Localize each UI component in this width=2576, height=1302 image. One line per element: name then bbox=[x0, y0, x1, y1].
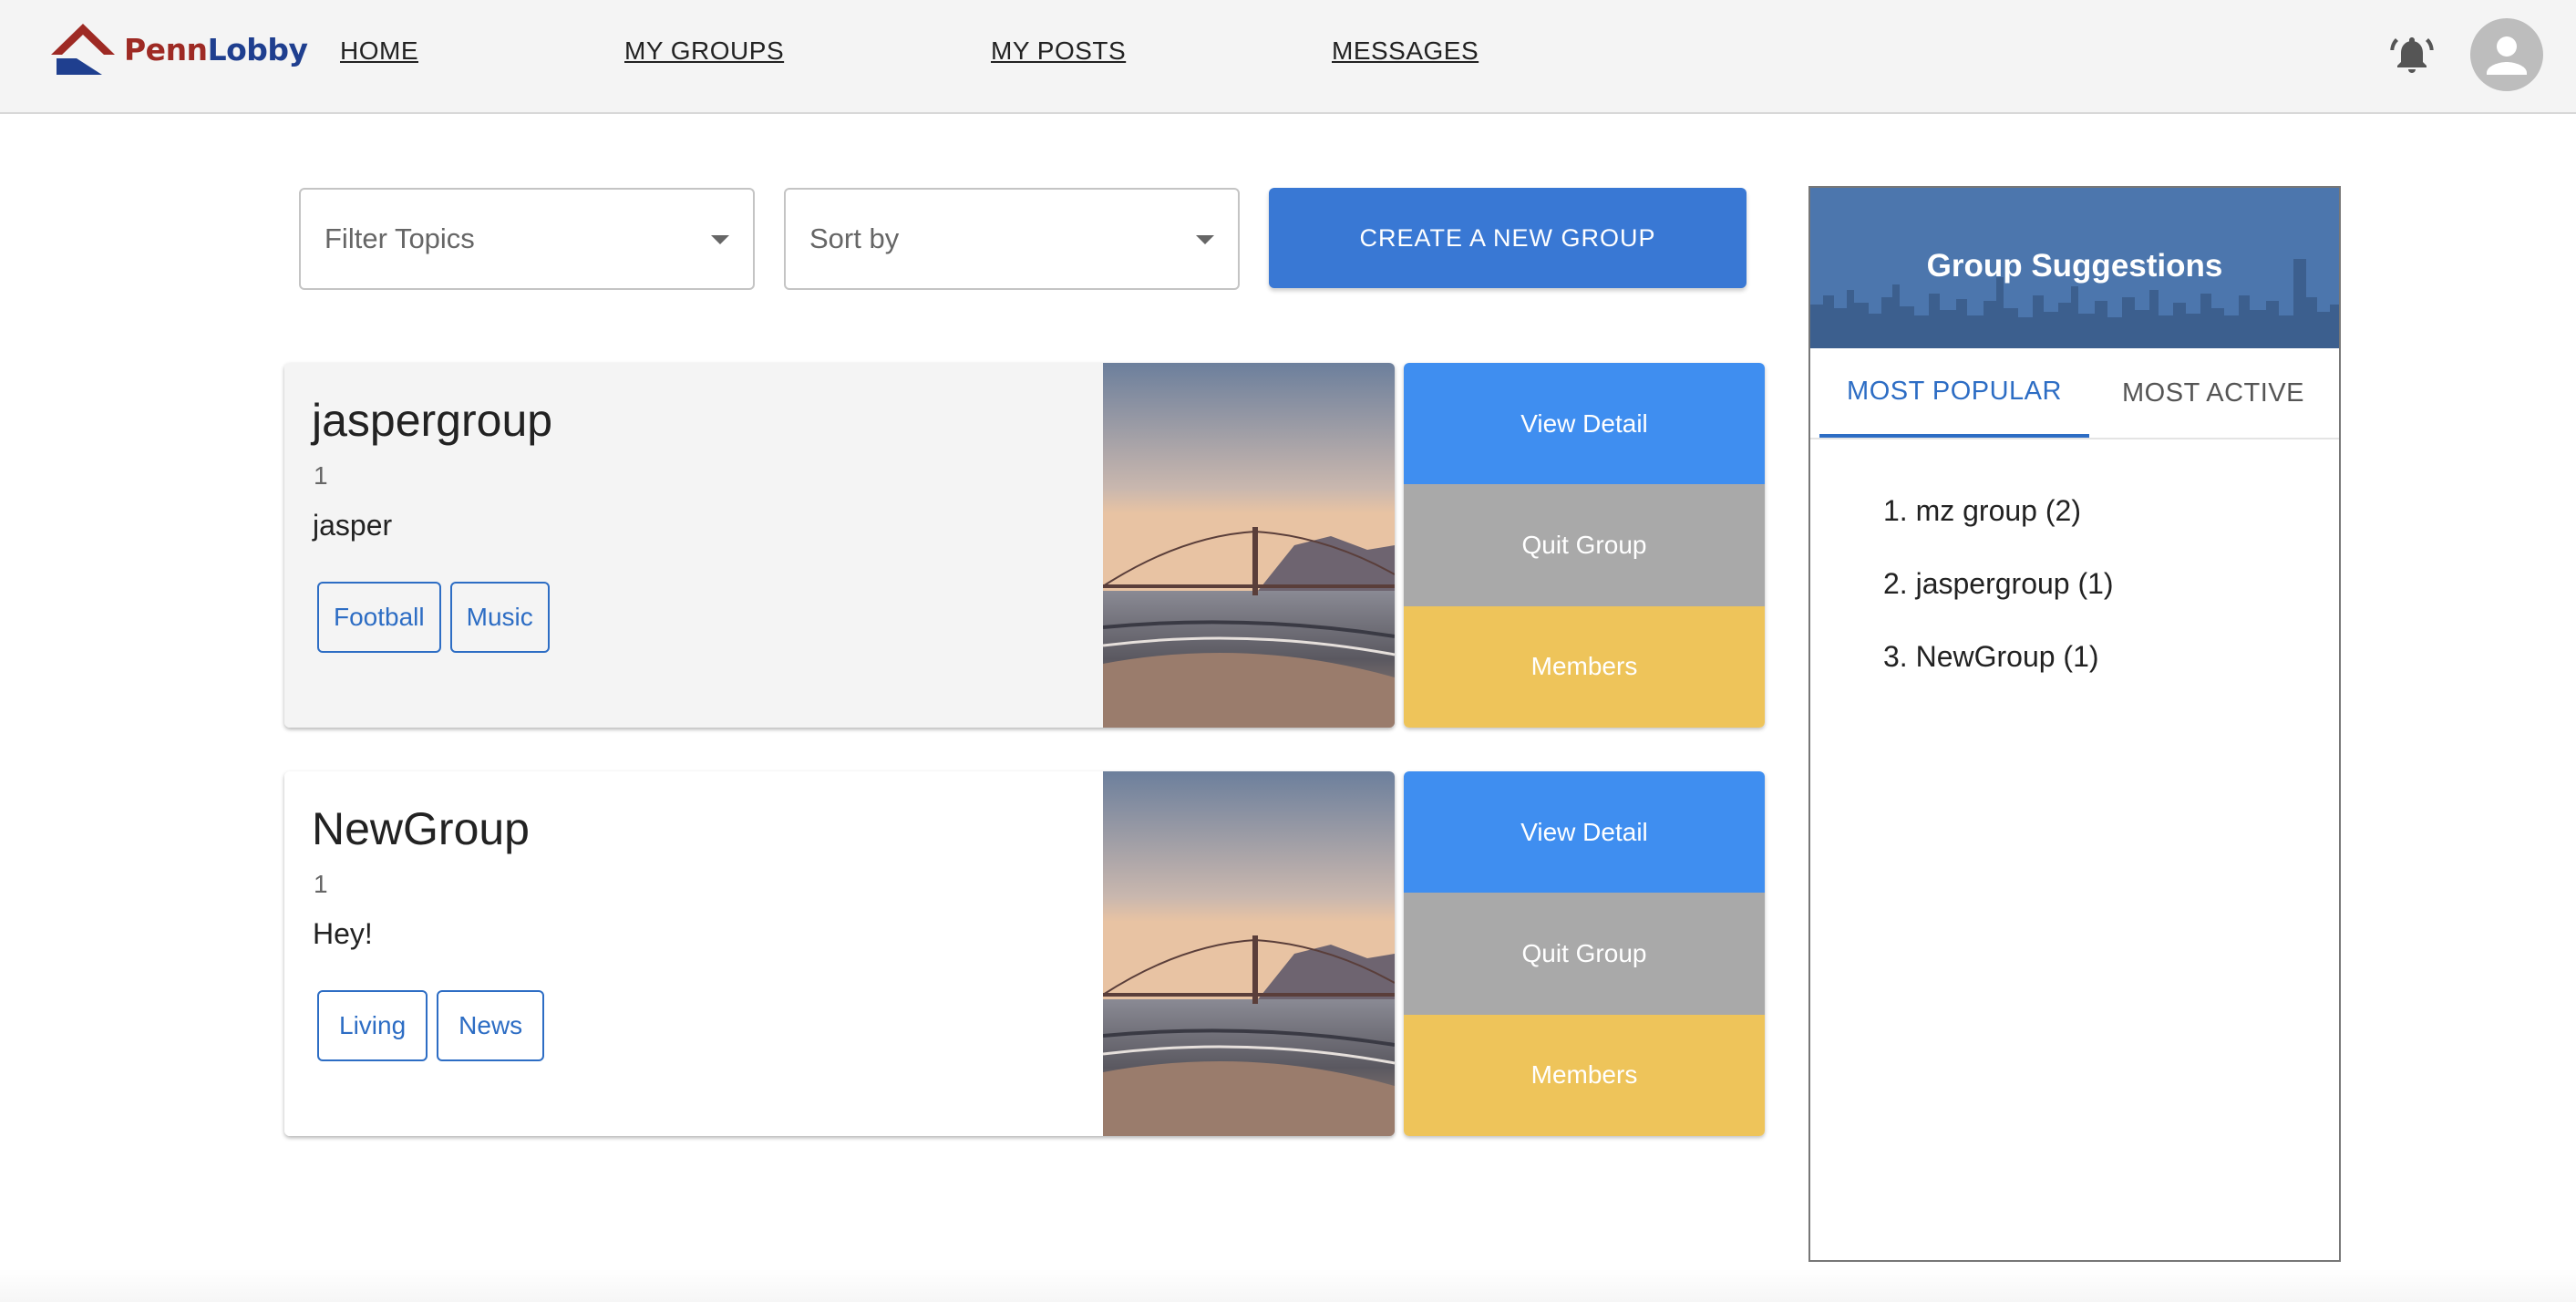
tag-chip[interactable]: Music bbox=[449, 582, 550, 653]
page-bottom-shadow bbox=[0, 1269, 2576, 1302]
avatar-icon[interactable] bbox=[2470, 18, 2543, 91]
group-card: jaspergroup 1 jasper Football Music bbox=[284, 363, 1395, 728]
create-group-button[interactable]: CREATE A NEW GROUP bbox=[1269, 188, 1747, 288]
top-navigation-bar: PennLobby HOME MY GROUPS MY POSTS MESSAG… bbox=[0, 0, 2576, 114]
list-item[interactable]: 2. jaspergroup (1) bbox=[1883, 567, 2114, 640]
members-button[interactable]: Members bbox=[1404, 1014, 1765, 1136]
suggestion-list: 1. mz group (2) 2. jaspergroup (1) 3. Ne… bbox=[1883, 494, 2114, 713]
logo-house-icon bbox=[51, 24, 115, 75]
group-card: NewGroup 1 Hey! Living News bbox=[284, 771, 1395, 1136]
tag-chip[interactable]: Living bbox=[317, 990, 428, 1061]
nav-messages-link[interactable]: MESSAGES bbox=[1332, 36, 1479, 66]
nav-home-link[interactable]: HOME bbox=[340, 36, 418, 66]
group-info: jaspergroup 1 jasper Football Music bbox=[284, 363, 1103, 728]
pennlobby-logo[interactable]: PennLobby bbox=[49, 22, 308, 77]
group-actions: View Detail Quit Group Members bbox=[1404, 363, 1765, 728]
tab-most-active[interactable]: MOST ACTIVE bbox=[2089, 348, 2337, 438]
view-detail-button[interactable]: View Detail bbox=[1404, 363, 1765, 485]
group-cover-image bbox=[1103, 363, 1395, 728]
group-member-count: 1 bbox=[314, 870, 328, 898]
chevron-down-icon bbox=[711, 235, 729, 244]
tag-list: Football Music bbox=[317, 582, 550, 653]
group-name: NewGroup bbox=[312, 803, 530, 854]
view-detail-button[interactable]: View Detail bbox=[1404, 771, 1765, 894]
chevron-down-icon bbox=[1196, 235, 1214, 244]
group-cover-image bbox=[1103, 771, 1395, 1136]
tag-chip[interactable]: Football bbox=[317, 582, 441, 653]
suggestions-header: Group Suggestions bbox=[1810, 188, 2339, 348]
group-info: NewGroup 1 Hey! Living News bbox=[284, 771, 1103, 1136]
suggestions-title: Group Suggestions bbox=[1926, 248, 2223, 284]
bell-icon[interactable] bbox=[2390, 33, 2434, 77]
group-suggestions-panel: Group Suggestions MOST POPULAR MOST ACTI… bbox=[1808, 186, 2341, 1262]
list-item[interactable]: 3. NewGroup (1) bbox=[1883, 640, 2114, 713]
group-name: jaspergroup bbox=[312, 395, 553, 446]
nav-my-groups-link[interactable]: MY GROUPS bbox=[624, 36, 784, 66]
group-description: jasper bbox=[313, 509, 393, 542]
group-actions: View Detail Quit Group Members bbox=[1404, 771, 1765, 1136]
tag-chip[interactable]: News bbox=[437, 990, 545, 1061]
sort-by-select[interactable]: Sort by bbox=[784, 188, 1240, 290]
tag-list: Living News bbox=[317, 990, 545, 1061]
logo-text: PennLobby bbox=[124, 31, 308, 67]
nav-my-posts-link[interactable]: MY POSTS bbox=[991, 36, 1126, 66]
group-member-count: 1 bbox=[314, 461, 328, 490]
quit-group-button[interactable]: Quit Group bbox=[1404, 484, 1765, 606]
suggestions-tabs: MOST POPULAR MOST ACTIVE bbox=[1810, 348, 2339, 439]
filter-topics-select[interactable]: Filter Topics bbox=[299, 188, 755, 290]
quit-group-button[interactable]: Quit Group bbox=[1404, 893, 1765, 1015]
list-item[interactable]: 1. mz group (2) bbox=[1883, 494, 2114, 567]
sort-by-placeholder: Sort by bbox=[809, 222, 900, 254]
filter-topics-placeholder: Filter Topics bbox=[325, 222, 475, 254]
group-description: Hey! bbox=[313, 917, 373, 950]
members-button[interactable]: Members bbox=[1404, 605, 1765, 728]
tab-most-popular[interactable]: MOST POPULAR bbox=[1819, 348, 2089, 438]
